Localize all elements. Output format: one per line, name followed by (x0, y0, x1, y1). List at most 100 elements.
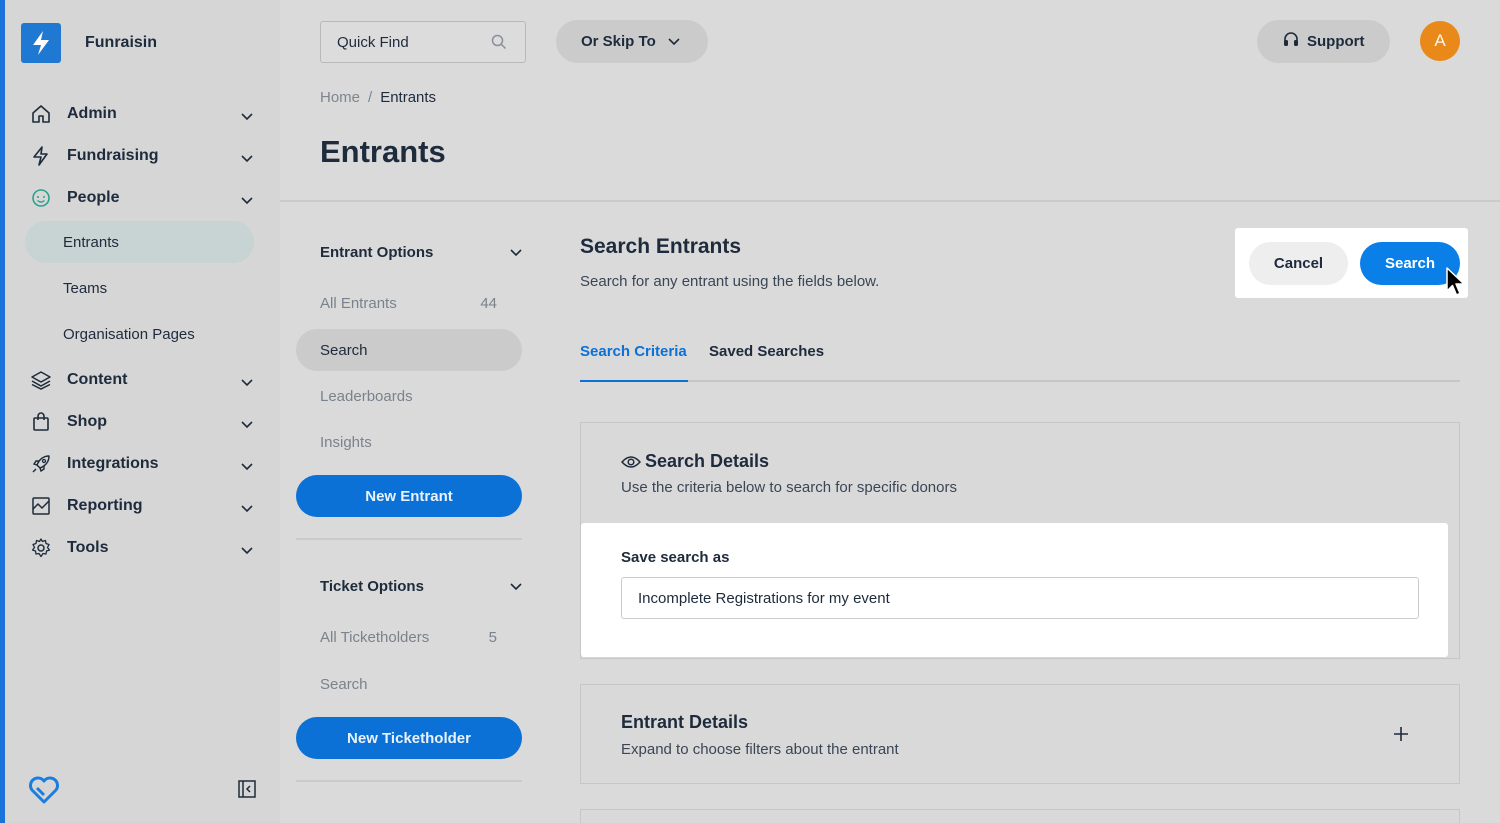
skip-to-dropdown[interactable]: Or Skip To (556, 20, 708, 63)
gear-icon (31, 538, 51, 558)
chevron-down-icon (241, 458, 253, 476)
chevron-down-icon (510, 578, 522, 595)
entrant-option-leaderboards[interactable]: Leaderboards (296, 375, 522, 417)
sidebar-item-label: Integrations (67, 455, 159, 472)
sidebar-item-integrations[interactable]: Integrations (25, 443, 265, 485)
search-title: Search Entrants (580, 235, 742, 258)
chevron-down-icon (241, 192, 253, 210)
home-icon (31, 104, 51, 124)
sidebar-subitem-teams[interactable]: Teams (25, 267, 265, 309)
sidebar-item-label: Content (67, 371, 128, 388)
option-count: 5 (488, 628, 497, 646)
lightning-icon (31, 146, 51, 166)
chevron-down-icon (241, 374, 253, 392)
sidebar-item-label: Fundraising (67, 147, 159, 164)
sidebar-item-admin[interactable]: Admin (25, 93, 265, 135)
chevron-down-icon (241, 500, 253, 518)
search-details-title: Search Details (645, 451, 770, 471)
sidebar-subitem-entrants[interactable]: Entrants (25, 221, 254, 263)
sidebar-item-tools[interactable]: Tools (25, 527, 265, 569)
breadcrumb-separator: / (368, 89, 373, 106)
chevron-down-icon (241, 150, 253, 168)
option-label: Search (320, 675, 368, 693)
save-search-panel: Save search as (581, 523, 1448, 657)
chart-icon (31, 496, 51, 516)
entrant-option-all-entrants[interactable]: All Entrants 44 (296, 282, 522, 324)
layers-icon (31, 370, 51, 390)
entrant-options-title: Entrant Options (320, 244, 434, 261)
sidebar-item-fundraising[interactable]: Fundraising (25, 135, 265, 177)
sidebar-item-label: Admin (67, 105, 117, 122)
sidebar-item-label: Shop (67, 413, 107, 430)
skip-to-label: Or Skip To (581, 33, 656, 50)
headset-icon (1283, 31, 1299, 52)
support-label: Support (1307, 33, 1365, 50)
smiley-icon (31, 188, 51, 208)
sidebar-item-reporting[interactable]: Reporting (25, 485, 265, 527)
search-subtitle: Search for any entrant using the fields … (580, 273, 880, 290)
quick-find-input[interactable]: Quick Find (320, 21, 526, 63)
search-icon (491, 34, 507, 54)
sidebar-subitem-organisation-pages[interactable]: Organisation Pages (25, 313, 265, 355)
tab-search-criteria[interactable]: Search Criteria (580, 343, 688, 382)
search-details-subtitle: Use the criteria below to search for spe… (621, 479, 957, 496)
ticket-option-search[interactable]: Search (296, 663, 522, 705)
option-label: All Entrants (320, 294, 397, 312)
brand-name: Funraisin (85, 34, 158, 51)
chevron-down-icon (241, 416, 253, 434)
collapse-sidebar-icon[interactable] (238, 780, 256, 803)
save-search-input[interactable] (621, 577, 1419, 619)
expand-plus-icon[interactable] (1393, 721, 1409, 749)
brand[interactable]: Funraisin (21, 23, 157, 63)
entrant-details-subtitle: Expand to choose filters about the entra… (621, 741, 899, 758)
avatar[interactable]: A (1420, 21, 1460, 61)
sidebar-item-label: Tools (67, 539, 109, 556)
entrant-details-title: Entrant Details (621, 712, 749, 732)
search-button[interactable]: Search (1360, 242, 1460, 285)
entrant-options-heading[interactable]: Entrant Options (320, 244, 522, 261)
sidebar-item-content[interactable]: Content (25, 359, 265, 401)
sidebar: Funraisin Admin Fundraising People Entra… (0, 0, 280, 823)
ticket-options-heading[interactable]: Ticket Options (320, 578, 522, 595)
breadcrumb: Home / Entrants (320, 89, 436, 106)
sidebar-item-people[interactable]: People (25, 177, 265, 219)
breadcrumb-current: Entrants (380, 89, 437, 106)
options-divider (296, 538, 522, 540)
new-ticketholder-button[interactable]: New Ticketholder (296, 717, 522, 759)
sidebar-item-label: Reporting (67, 497, 143, 514)
option-label: Insights (320, 433, 372, 451)
sidebar-item-shop[interactable]: Shop (25, 401, 265, 443)
cancel-button[interactable]: Cancel (1249, 242, 1348, 285)
sidebar-item-label: People (67, 189, 120, 206)
new-entrant-button[interactable]: New Entrant (296, 475, 522, 517)
entrant-option-insights[interactable]: Insights (296, 421, 522, 463)
chevron-down-icon (241, 542, 253, 560)
chevron-down-icon (241, 108, 253, 126)
chevron-down-icon (668, 33, 680, 50)
search-action-bar: Cancel Search (1235, 228, 1468, 298)
search-details-heading: Search Details (621, 451, 769, 472)
entrant-option-search[interactable]: Search (296, 329, 522, 371)
mouse-cursor-icon (1446, 267, 1466, 304)
page-title: Entrants (320, 134, 446, 169)
entrant-details-card[interactable]: Entrant Details Expand to choose filters… (580, 684, 1460, 784)
chevron-down-icon (510, 244, 522, 261)
ticket-options-title: Ticket Options (320, 578, 424, 595)
next-filter-card (580, 809, 1460, 823)
option-count: 44 (480, 294, 497, 312)
sidebar-nav: Admin Fundraising People Entrants Teams … (25, 93, 265, 569)
option-label: Leaderboards (320, 387, 413, 405)
options-divider (296, 780, 522, 782)
header-divider (280, 200, 1500, 202)
support-button[interactable]: Support (1257, 20, 1390, 63)
brand-logo-icon (21, 23, 61, 63)
breadcrumb-home-link[interactable]: Home (320, 89, 360, 106)
rocket-icon (31, 454, 51, 474)
option-label: All Ticketholders (320, 628, 430, 646)
tab-saved-searches[interactable]: Saved Searches (709, 343, 824, 360)
eye-icon (621, 455, 641, 469)
heart-icon[interactable] (28, 776, 60, 809)
ticket-option-all-ticketholders[interactable]: All Ticketholders 5 (296, 616, 522, 658)
option-label: Search (320, 341, 368, 359)
save-search-label: Save search as (621, 549, 730, 566)
